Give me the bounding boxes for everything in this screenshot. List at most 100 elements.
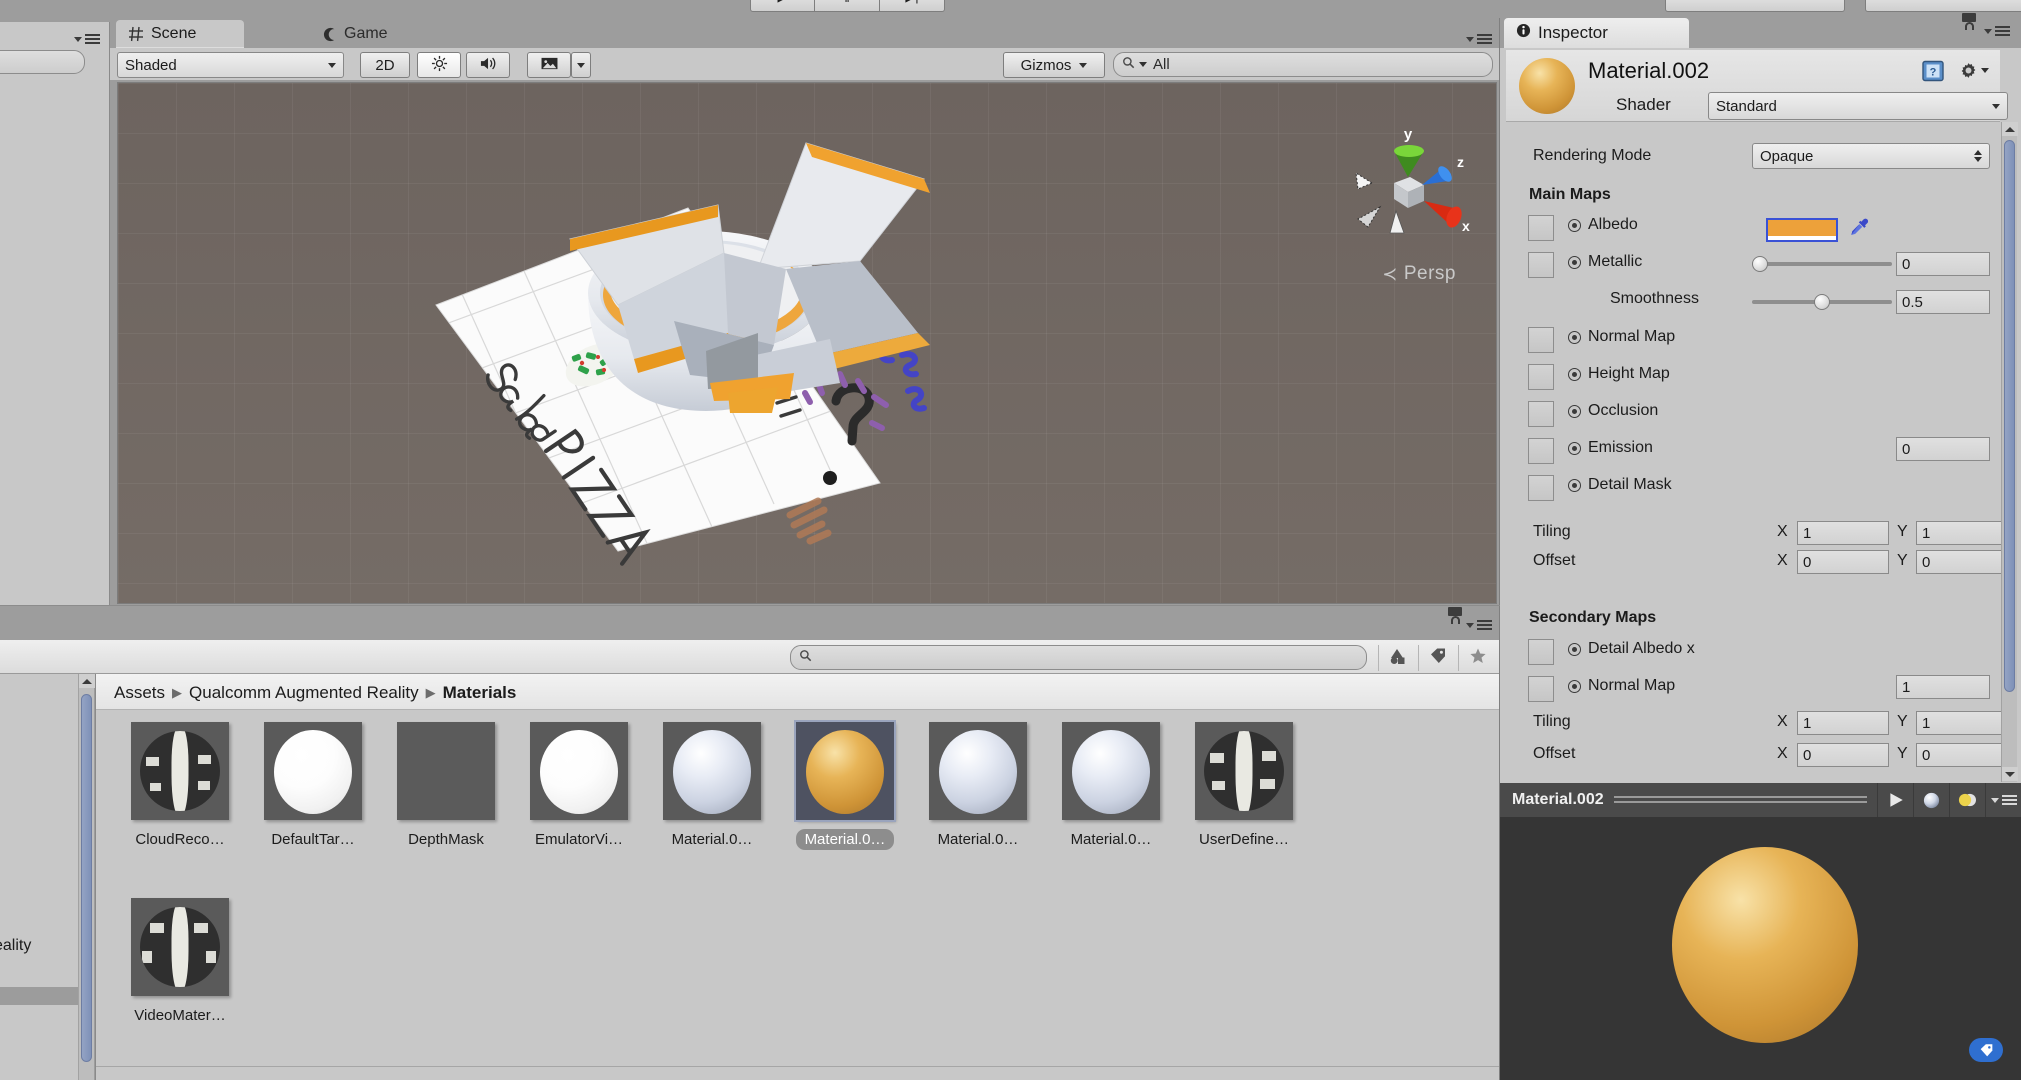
- 2d-toggle-button[interactable]: 2D: [360, 52, 410, 78]
- preview-lighting-toggle[interactable]: [1949, 783, 1985, 817]
- detail-albedo-texture-slot[interactable]: [1528, 639, 1554, 665]
- asset-thumbnail[interactable]: [264, 722, 362, 820]
- draw-mode-dropdown[interactable]: Shaded: [117, 52, 344, 78]
- project-tree-pane[interactable]: [0, 674, 78, 1080]
- scene-projection-label[interactable]: ≺ Persp: [1382, 263, 1456, 285]
- filter-by-type-button[interactable]: [1378, 645, 1416, 671]
- metallic-texture-slot[interactable]: [1528, 252, 1554, 278]
- asset-item-selected[interactable]: Material.0…: [781, 720, 909, 850]
- emission-texture-slot[interactable]: [1528, 438, 1554, 464]
- asset-item[interactable]: Material.0…: [1047, 722, 1175, 850]
- breadcrumb-qualcomm-augmented-reality[interactable]: Qualcomm Augmented Reality: [189, 683, 419, 703]
- asset-thumbnail[interactable]: [131, 722, 229, 820]
- asset-item[interactable]: DefaultTar…: [249, 722, 377, 850]
- albedo-eyedropper-button[interactable]: [1848, 216, 1872, 245]
- asset-thumbnail[interactable]: [794, 720, 896, 822]
- asset-thumbnail[interactable]: [530, 722, 628, 820]
- scroll-up-button[interactable]: [2002, 122, 2018, 136]
- filter-by-favorite-button[interactable]: [1458, 645, 1496, 671]
- albedo-texture-slot[interactable]: [1528, 215, 1554, 241]
- layers-dropdown[interactable]: [1665, 0, 1845, 12]
- secondary-normal-map-value-field[interactable]: 1: [1896, 675, 1990, 699]
- height-map-texture-slot[interactable]: [1528, 364, 1554, 390]
- slider-knob[interactable]: [1814, 294, 1830, 310]
- albedo-color-swatch[interactable]: [1766, 218, 1838, 242]
- inspector-help-button[interactable]: ?: [1922, 60, 1944, 87]
- toggle-icon[interactable]: [1568, 218, 1581, 232]
- asset-item[interactable]: VideoMater…: [116, 898, 244, 1026]
- asset-thumbnail[interactable]: [663, 722, 761, 820]
- metallic-value-field[interactable]: 0: [1896, 252, 1990, 276]
- rendering-mode-dropdown[interactable]: Opaque: [1752, 143, 1990, 169]
- fx-dropdown-button[interactable]: [571, 52, 591, 78]
- detail-mask-texture-slot[interactable]: [1528, 475, 1554, 501]
- preview-tag-badge[interactable]: [1969, 1038, 2003, 1062]
- gizmos-dropdown[interactable]: Gizmos: [1003, 52, 1105, 78]
- asset-thumbnail[interactable]: [131, 898, 229, 996]
- pause-button[interactable]: ‖: [815, 0, 880, 12]
- scrollbar-thumb[interactable]: [81, 694, 92, 1062]
- preview-drag-handle[interactable]: [1613, 795, 1867, 805]
- occlusion-texture-slot[interactable]: [1528, 401, 1554, 427]
- preview-sphere-button[interactable]: [1913, 783, 1949, 817]
- scene-panel-menu-icon[interactable]: [1466, 34, 1492, 44]
- toggle-icon[interactable]: [1568, 404, 1581, 418]
- preview-menu-button[interactable]: [1985, 783, 2021, 817]
- secondary-tiling-x-field[interactable]: 1: [1797, 711, 1889, 735]
- inspector-settings-button[interactable]: [1958, 60, 1989, 81]
- scene-view[interactable]: y z x ≺ Persp: [117, 82, 1497, 604]
- project-tree-scrollbar[interactable]: [78, 674, 95, 1080]
- smoothness-slider[interactable]: [1752, 290, 1892, 314]
- scene-search-input[interactable]: All: [1113, 52, 1493, 77]
- fx-toggle-button[interactable]: [527, 52, 571, 78]
- asset-item[interactable]: Material.0…: [914, 722, 1042, 850]
- asset-item[interactable]: CloudReco…: [116, 722, 244, 850]
- inspector-menu-icon[interactable]: [1984, 26, 2010, 36]
- project-search-input[interactable]: [790, 645, 1367, 670]
- asset-item[interactable]: UserDefine…: [1180, 722, 1308, 850]
- preview-play-button[interactable]: [1877, 783, 1913, 817]
- slider-knob[interactable]: [1752, 256, 1768, 272]
- hierarchy-menu-icon[interactable]: [74, 34, 100, 44]
- breadcrumb-assets[interactable]: Assets: [114, 683, 165, 703]
- inspector-scrollbar[interactable]: [2001, 122, 2018, 782]
- main-offset-x-field[interactable]: 0: [1797, 550, 1889, 574]
- secondary-offset-y-field[interactable]: 0: [1916, 743, 2008, 767]
- secondary-normal-map-texture-slot[interactable]: [1528, 676, 1554, 702]
- secondary-tiling-y-field[interactable]: 1: [1916, 711, 2008, 735]
- toggle-icon[interactable]: [1568, 367, 1581, 381]
- metallic-slider[interactable]: [1752, 252, 1892, 276]
- asset-thumbnail[interactable]: [929, 722, 1027, 820]
- shader-dropdown[interactable]: Standard: [1708, 92, 2008, 120]
- filter-by-label-button[interactable]: [1418, 645, 1456, 671]
- toggle-icon[interactable]: [1568, 441, 1581, 455]
- lighting-toggle-button[interactable]: [417, 52, 461, 78]
- play-button[interactable]: ▶: [750, 0, 815, 12]
- main-tiling-y-field[interactable]: 1: [1916, 521, 2008, 545]
- scene-orientation-gizmo[interactable]: y z x: [1332, 115, 1482, 265]
- asset-item[interactable]: EmulatorVi…: [515, 722, 643, 850]
- toggle-icon[interactable]: [1568, 255, 1581, 269]
- smoothness-value-field[interactable]: 0.5: [1896, 290, 1990, 314]
- asset-thumbnail[interactable]: [397, 722, 495, 820]
- project-tree-item-partial[interactable]: eality: [0, 937, 31, 955]
- hierarchy-search-input[interactable]: [0, 50, 85, 74]
- audio-toggle-button[interactable]: [466, 52, 510, 78]
- toggle-icon[interactable]: [1568, 330, 1581, 344]
- toggle-icon[interactable]: [1568, 679, 1581, 693]
- tab-inspector[interactable]: Inspector: [1504, 18, 1689, 48]
- asset-thumbnail[interactable]: [1195, 722, 1293, 820]
- asset-thumbnail[interactable]: [1062, 722, 1160, 820]
- main-tiling-x-field[interactable]: 1: [1797, 521, 1889, 545]
- scroll-down-button[interactable]: [2002, 767, 2018, 781]
- preview-viewport[interactable]: [1500, 817, 2021, 1080]
- toggle-icon[interactable]: [1568, 642, 1581, 656]
- layout-dropdown[interactable]: [1865, 0, 2021, 12]
- tab-scene[interactable]: Scene: [116, 20, 244, 48]
- toggle-icon[interactable]: [1568, 478, 1581, 492]
- asset-item[interactable]: DepthMask: [382, 722, 510, 850]
- main-offset-y-field[interactable]: 0: [1916, 550, 2008, 574]
- project-panel-menu-icon[interactable]: [1466, 620, 1492, 630]
- step-button[interactable]: ▶|: [880, 0, 945, 12]
- secondary-offset-x-field[interactable]: 0: [1797, 743, 1889, 767]
